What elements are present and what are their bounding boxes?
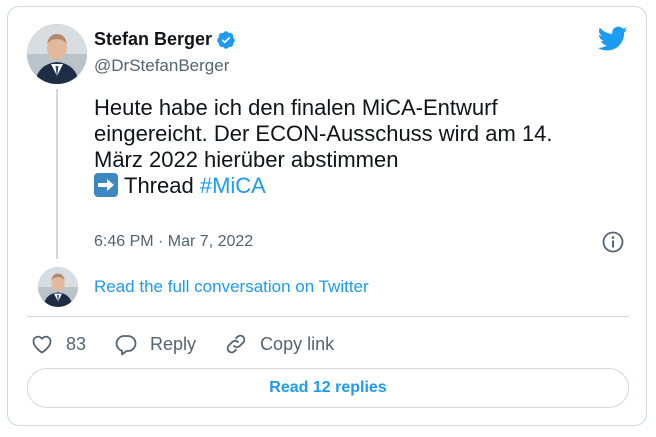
tweet-text-line: März 2022 hierüber abstimmen — [94, 147, 399, 172]
action-bar: 83 Reply Copy link — [30, 331, 362, 357]
thread-word: Thread — [124, 173, 194, 198]
thread-connector-line — [56, 89, 58, 259]
right-arrow-emoji-icon — [94, 173, 118, 197]
tweet-text: Heute habe ich den finalen MiCA-Entwurf … — [94, 95, 624, 199]
copy-link-button[interactable]: Copy link — [224, 332, 334, 356]
read-replies-button[interactable]: Read 12 replies — [27, 368, 629, 408]
tweet-text-line: eingereicht. Der ECON-Ausschuss wird am … — [94, 121, 553, 146]
reply-bubble-icon — [115, 335, 137, 356]
tweet-timestamp[interactable]: 6:46 PM · Mar 7, 2022 — [94, 233, 253, 251]
read-full-conversation-link[interactable]: Read the full conversation on Twitter — [94, 277, 369, 297]
like-button[interactable]: 83 — [30, 332, 86, 356]
hashtag-link[interactable]: #MiCA — [200, 173, 266, 198]
like-count: 83 — [66, 333, 87, 354]
author-avatar[interactable] — [27, 24, 87, 84]
link-icon — [226, 334, 246, 354]
author-handle[interactable]: @DrStefanBerger — [94, 56, 229, 76]
reply-button[interactable]: Reply — [114, 332, 196, 356]
verified-badge-icon — [217, 30, 235, 49]
conversation-avatar[interactable] — [38, 267, 78, 307]
twitter-bird-icon[interactable] — [598, 26, 628, 52]
reply-label: Reply — [150, 333, 197, 354]
tweet-thread-line: Thread #MiCA — [94, 173, 624, 199]
copy-link-label: Copy link — [260, 333, 335, 354]
heart-icon — [32, 335, 52, 354]
tweet-text-line: Heute habe ich den finalen MiCA-Entwurf — [94, 95, 498, 120]
tweet-card[interactable]: Stefan Berger @DrStefanBerger Heute habe… — [7, 6, 647, 426]
info-icon[interactable] — [601, 230, 625, 254]
divider — [27, 316, 629, 317]
author-name-row[interactable]: Stefan Berger — [94, 29, 236, 50]
author-name[interactable]: Stefan Berger — [94, 29, 212, 50]
